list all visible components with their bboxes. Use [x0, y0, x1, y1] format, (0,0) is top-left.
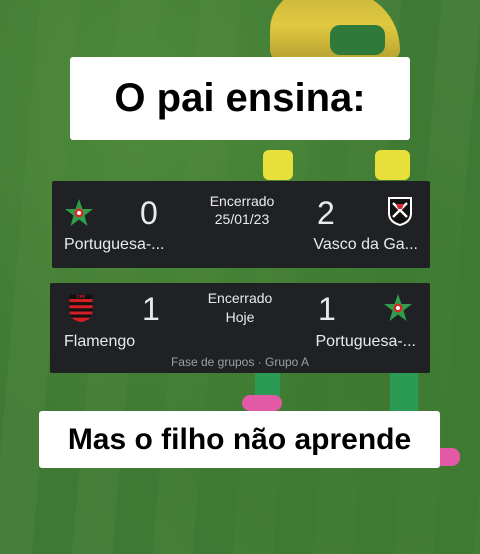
home-team-name: Flamengo	[64, 333, 136, 350]
match-card-2[interactable]: CRF 1 Encerrado Hoje 1 Flamengo Portugue…	[50, 283, 430, 373]
caption-top: O pai ensina:	[70, 57, 410, 140]
caption-top-text: O pai ensina:	[114, 76, 366, 120]
match-card-1[interactable]: 0 Encerrado 25/01/23 2 Portuguesa-... Va…	[52, 181, 430, 268]
away-team-name: Vasco da Ga...	[313, 236, 418, 253]
portuguesa-star-icon	[65, 199, 93, 226]
match-stage: Fase de grupos · Grupo A	[170, 355, 310, 369]
home-score: 1	[142, 291, 160, 327]
away-team-name: Portuguesa-...	[315, 333, 417, 350]
home-team-name: Portuguesa-...	[64, 236, 165, 253]
home-score: 0	[140, 195, 158, 231]
caption-bottom-text: Mas o filho não aprende	[67, 422, 412, 456]
green-sock-right	[390, 370, 418, 415]
portuguesa-star-icon	[384, 294, 412, 321]
vasco-crest-icon	[388, 197, 412, 226]
match-date: 25/01/23	[214, 211, 270, 227]
player-yellow-socks	[255, 140, 415, 180]
match-status: Encerrado	[209, 193, 275, 209]
player-jersey-accent	[330, 25, 385, 55]
match-date: Hoje	[225, 309, 255, 325]
match-status: Encerrado	[207, 290, 273, 306]
flamengo-crest-icon: CRF	[69, 294, 93, 323]
away-score: 1	[318, 291, 336, 327]
svg-text:CRF: CRF	[76, 294, 85, 299]
away-score: 2	[317, 195, 335, 231]
sock-left	[263, 150, 293, 180]
sock-right	[375, 150, 410, 180]
caption-bottom: Mas o filho não aprende	[39, 411, 440, 468]
pink-boot-left	[242, 395, 282, 411]
